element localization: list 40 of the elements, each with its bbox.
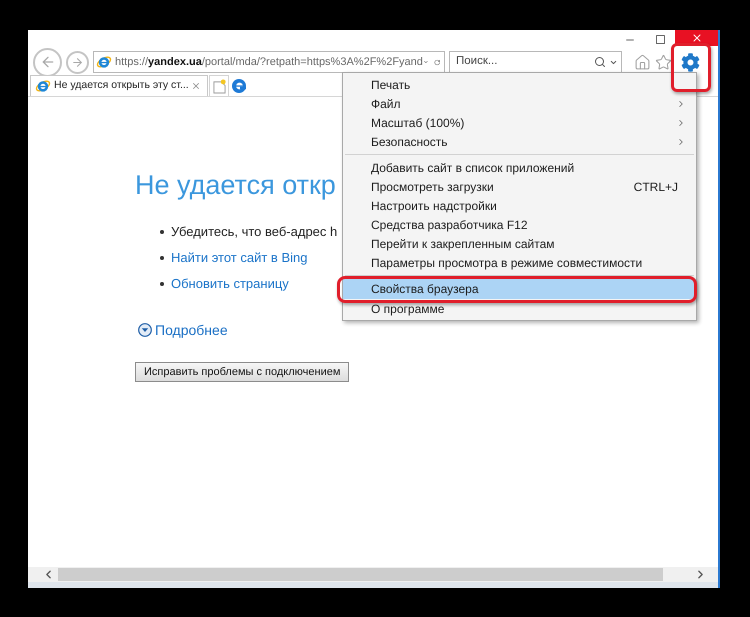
back-button[interactable]	[33, 48, 62, 76]
menu-item[interactable]: Безопасность	[343, 132, 696, 151]
browser-tab[interactable]: Не удается открыть эту ст...	[30, 75, 208, 96]
link[interactable]: Обновить страницу	[171, 274, 289, 294]
menu-item[interactable]: Параметры просмотра в режиме совместимости	[343, 253, 696, 272]
menu-item[interactable]: Добавить сайт в список приложений	[343, 158, 696, 177]
star-icon[interactable]	[655, 54, 672, 70]
close-icon[interactable]	[191, 81, 201, 91]
ie-logo-icon	[35, 78, 51, 94]
menu-item[interactable]: Настроить надстройки	[343, 196, 696, 215]
url-text: https://yandex.ua/portal/mda/?retpath=https%3A%2F%2Fyand	[115, 54, 423, 70]
link[interactable]: Найти этот сайт в Bing	[171, 248, 308, 268]
menu-item[interactable]: Просмотреть загрузки CTRL+J	[343, 177, 696, 196]
bullet-icon	[160, 230, 164, 234]
bullet-icon	[160, 256, 164, 260]
edge-logo-icon[interactable]	[231, 78, 247, 94]
menu-item[interactable]: Файл	[343, 94, 696, 113]
scrollbar-thumb[interactable]	[58, 568, 663, 581]
shortcut-text: CTRL+J	[634, 178, 678, 196]
bullet-icon	[160, 282, 164, 286]
arrow-right-icon	[71, 56, 84, 68]
menu-item[interactable]: Масштаб (100%)	[343, 113, 696, 132]
settings-icon[interactable]	[681, 52, 700, 72]
forward-button[interactable]	[66, 50, 89, 74]
ie-logo-icon	[96, 54, 112, 70]
menu-item[interactable]: Перейти к закрепленным сайтам	[343, 234, 696, 253]
menu-item[interactable]: Средства разработчика F12	[343, 215, 696, 234]
close-icon	[690, 32, 702, 44]
fix-connection-button[interactable]: Исправить проблемы с подключением	[135, 362, 350, 382]
expand-circle-icon[interactable]	[138, 323, 152, 337]
menu-item[interactable]: О программе	[343, 299, 696, 318]
error-heading: Не удается откр	[135, 169, 336, 202]
home-icon[interactable]	[634, 54, 651, 70]
maximize-icon[interactable]	[654, 34, 666, 45]
search-icon[interactable]	[594, 56, 606, 68]
menu-item[interactable]: Печать	[343, 75, 696, 94]
new-tab-icon[interactable]	[212, 78, 226, 94]
search-placeholder: Поиск...	[456, 54, 498, 70]
details-link[interactable]: Подробнее	[155, 320, 228, 340]
hint-text: Убедитесь, что веб-адрес h	[171, 223, 338, 242]
